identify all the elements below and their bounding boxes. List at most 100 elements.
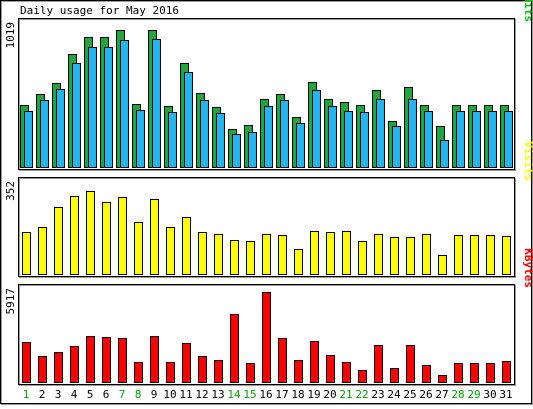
x-tick-label-30: 30 [483, 388, 496, 401]
bar-pages-files-hits-files-9 [152, 39, 161, 168]
bar-kbytes-kbytes-5 [86, 336, 95, 383]
bar-visits-visits-22 [358, 241, 367, 275]
bar-kbytes-kbytes-6 [102, 337, 111, 383]
bar-visits-visits-15 [246, 241, 255, 275]
bar-kbytes-kbytes-19 [310, 341, 319, 383]
bar-pages-files-hits-files-16 [264, 106, 273, 168]
x-tick-label-1: 1 [23, 388, 30, 401]
x-tick-label-25: 25 [403, 388, 416, 401]
bar-kbytes-kbytes-13 [214, 360, 223, 383]
x-tick-label-10: 10 [163, 388, 176, 401]
bar-kbytes-kbytes-9 [150, 336, 159, 383]
bar-pages-files-hits-files-31 [504, 111, 513, 168]
bar-pages-files-hits-files-19 [312, 90, 321, 168]
bar-kbytes-kbytes-26 [422, 365, 431, 383]
daily-usage-chart: Daily usage for May 2016 1019Pages/Files… [0, 0, 533, 405]
x-tick-label-5: 5 [87, 388, 94, 401]
bar-visits-visits-19 [310, 231, 319, 275]
bar-pages-files-hits-files-28 [456, 111, 465, 168]
bar-pages-files-hits-files-20 [328, 106, 337, 168]
x-tick-label-8: 8 [135, 388, 142, 401]
bar-kbytes-kbytes-11 [182, 343, 191, 383]
bar-pages-files-hits-files-22 [360, 112, 369, 168]
bar-visits-visits-7 [118, 197, 127, 275]
x-tick-label-15: 15 [243, 388, 256, 401]
x-tick-label-22: 22 [355, 388, 368, 401]
bar-kbytes-kbytes-24 [390, 368, 399, 383]
bar-visits-visits-31 [502, 236, 511, 275]
bar-visits-visits-2 [38, 227, 47, 275]
bar-pages-files-hits-files-26 [424, 111, 433, 168]
bar-pages-files-hits-files-21 [344, 111, 353, 168]
bar-pages-files-hits-files-23 [376, 99, 385, 168]
bar-kbytes-kbytes-3 [54, 352, 63, 383]
bar-visits-visits-6 [102, 202, 111, 275]
bar-visits-visits-1 [22, 232, 31, 275]
ymax-label-kbytes: 5917 [4, 288, 17, 315]
legend-visits: Visits [522, 141, 533, 181]
bar-pages-files-hits-files-17 [280, 100, 289, 168]
bar-kbytes-kbytes-4 [70, 346, 79, 383]
x-tick-label-4: 4 [71, 388, 78, 401]
bar-pages-files-hits-files-13 [216, 113, 225, 168]
bar-pages-files-hits-files-27 [440, 140, 449, 168]
bar-visits-visits-28 [454, 235, 463, 275]
bar-kbytes-kbytes-18 [294, 360, 303, 383]
bar-pages-files-hits-files-18 [296, 123, 305, 168]
ymax-label-visits: 352 [4, 181, 17, 201]
bar-visits-visits-17 [278, 235, 287, 275]
x-tick-label-20: 20 [323, 388, 336, 401]
legend-kbytes: KBytes [522, 248, 533, 288]
bar-pages-files-hits-files-2 [40, 100, 49, 168]
x-tick-label-16: 16 [259, 388, 272, 401]
bar-visits-visits-13 [214, 234, 223, 275]
bar-kbytes-kbytes-17 [278, 338, 287, 383]
x-tick-label-17: 17 [275, 388, 288, 401]
bar-kbytes-kbytes-10 [166, 362, 175, 383]
bar-visits-visits-12 [198, 232, 207, 275]
x-tick-label-21: 21 [339, 388, 352, 401]
bar-pages-files-hits-files-3 [56, 89, 65, 168]
bar-kbytes-kbytes-23 [374, 345, 383, 383]
ymax-label-pages-files-hits: 1019 [4, 22, 17, 49]
bar-visits-visits-18 [294, 249, 303, 275]
x-tick-label-19: 19 [307, 388, 320, 401]
bar-visits-visits-11 [182, 217, 191, 275]
x-tick-label-18: 18 [291, 388, 304, 401]
x-tick-label-31: 31 [499, 388, 512, 401]
bar-visits-visits-4 [70, 196, 79, 275]
legend-item-pages-files-hits-4: Hits [522, 0, 533, 22]
bar-pages-files-hits-files-24 [392, 126, 401, 168]
bar-kbytes-kbytes-21 [342, 362, 351, 383]
x-tick-label-27: 27 [435, 388, 448, 401]
legend-pages-files-hits: Pages/Files/Hits [522, 0, 533, 22]
x-tick-label-24: 24 [387, 388, 401, 401]
x-tick-label-12: 12 [195, 388, 208, 401]
bar-visits-visits-8 [134, 222, 143, 275]
bar-kbytes-kbytes-22 [358, 370, 367, 383]
x-tick-label-29: 29 [467, 388, 480, 401]
bar-pages-files-hits-files-25 [408, 99, 417, 168]
bar-pages-files-hits-files-8 [136, 110, 145, 168]
bar-visits-visits-16 [262, 234, 271, 275]
bar-pages-files-hits-files-29 [472, 111, 481, 168]
x-tick-label-6: 6 [103, 388, 110, 401]
bar-visits-visits-27 [438, 255, 447, 275]
bar-visits-visits-20 [326, 232, 335, 275]
bar-kbytes-kbytes-8 [134, 362, 143, 383]
bar-kbytes-kbytes-28 [454, 363, 463, 383]
bar-pages-files-hits-files-4 [72, 63, 81, 168]
bar-pages-files-hits-files-11 [184, 72, 193, 168]
bar-kbytes-kbytes-16 [262, 292, 271, 383]
legend-item-visits-0: Visits [522, 141, 533, 181]
bar-visits-visits-24 [390, 237, 399, 275]
bar-visits-visits-14 [230, 240, 239, 275]
x-tick-label-23: 23 [371, 388, 384, 401]
bar-visits-visits-26 [422, 234, 431, 275]
bar-kbytes-kbytes-15 [246, 363, 255, 383]
bar-pages-files-hits-files-7 [120, 40, 129, 168]
bar-visits-visits-3 [54, 207, 63, 275]
bar-visits-visits-9 [150, 199, 159, 275]
bar-kbytes-kbytes-30 [486, 363, 495, 383]
bar-visits-visits-30 [486, 235, 495, 275]
